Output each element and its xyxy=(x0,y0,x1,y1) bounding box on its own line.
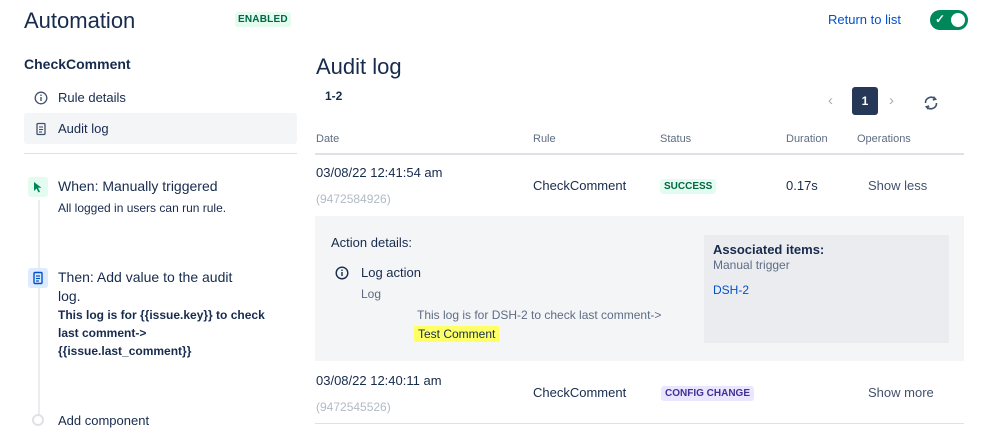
status-badge: SUCCESS xyxy=(660,179,717,194)
table-header-divider xyxy=(315,153,964,155)
row-id: (9472545526) xyxy=(316,400,391,414)
pagination-current-page[interactable]: 1 xyxy=(852,87,878,115)
check-icon: ✓ xyxy=(935,12,946,26)
return-to-list-link[interactable]: Return to list xyxy=(828,12,901,27)
column-header-rule: Rule xyxy=(533,133,556,145)
row-divider xyxy=(315,423,964,424)
toggle-knob xyxy=(951,13,965,27)
sidebar-item-rule-details[interactable]: Rule details xyxy=(24,82,297,113)
row-rule: CheckComment xyxy=(533,385,627,400)
info-icon xyxy=(34,91,48,105)
sidebar-item-label: Audit log xyxy=(58,121,109,136)
cursor-click-icon xyxy=(28,177,48,197)
column-header-duration: Duration xyxy=(786,133,828,145)
action-step-detail: {{issue.last_comment}} xyxy=(58,344,192,358)
row-date: 03/08/22 12:40:11 am xyxy=(316,373,442,388)
action-step-title-cont: log. xyxy=(58,288,81,304)
column-header-status: Status xyxy=(660,133,692,145)
document-icon xyxy=(34,122,48,136)
row-rule: CheckComment xyxy=(533,178,627,193)
sidebar-item-audit-log[interactable]: Audit log xyxy=(24,113,297,144)
row-duration: 0.17s xyxy=(786,178,818,193)
log-highlighted-value: Test Comment xyxy=(414,326,500,342)
sidebar-item-label: Rule details xyxy=(58,90,126,105)
trigger-step-subtitle: All logged in users can run rule. xyxy=(58,201,227,215)
show-more-button[interactable]: Show more xyxy=(868,385,934,400)
trigger-step-title[interactable]: When: Manually triggered xyxy=(58,177,218,196)
action-details-title: Action details: xyxy=(331,235,412,250)
action-step-title[interactable]: Then: Add value to the audit xyxy=(58,268,232,287)
rule-enabled-toggle[interactable]: ✓ xyxy=(930,10,968,30)
chevron-right-icon[interactable]: › xyxy=(889,92,894,109)
log-action-type: Log xyxy=(361,287,382,301)
info-icon xyxy=(335,266,349,280)
add-component-dot[interactable] xyxy=(32,414,44,426)
action-step-detail: last comment-> xyxy=(58,326,147,340)
row-id: (9472584926) xyxy=(316,192,391,206)
document-icon xyxy=(28,268,48,288)
sidebar-divider xyxy=(24,153,297,154)
issue-link[interactable]: DSH-2 xyxy=(713,283,749,297)
status-badge: CONFIG CHANGE xyxy=(661,386,754,401)
associated-items-title: Associated items: xyxy=(713,242,825,257)
column-header-date: Date xyxy=(316,133,340,145)
timeline-connector xyxy=(38,200,40,415)
rule-name: CheckComment xyxy=(24,56,131,72)
column-header-operations: Operations xyxy=(857,133,911,145)
main-title: Audit log xyxy=(316,54,402,79)
show-less-button[interactable]: Show less xyxy=(868,178,927,193)
log-action-name: Log action xyxy=(361,265,421,280)
log-message: This log is for DSH-2 to check last comm… xyxy=(417,308,662,322)
refresh-icon[interactable] xyxy=(922,94,940,112)
result-range: 1-2 xyxy=(325,89,343,103)
chevron-left-icon[interactable]: ‹ xyxy=(828,92,833,109)
associated-trigger: Manual trigger xyxy=(713,258,790,272)
page-title: Automation xyxy=(24,8,136,33)
status-badge: ENABLED xyxy=(235,12,291,27)
row-date: 03/08/22 12:41:54 am xyxy=(316,165,443,180)
action-step-detail: This log is for {{issue.key}} to check xyxy=(58,308,265,322)
add-component-button[interactable]: Add component xyxy=(58,413,149,428)
